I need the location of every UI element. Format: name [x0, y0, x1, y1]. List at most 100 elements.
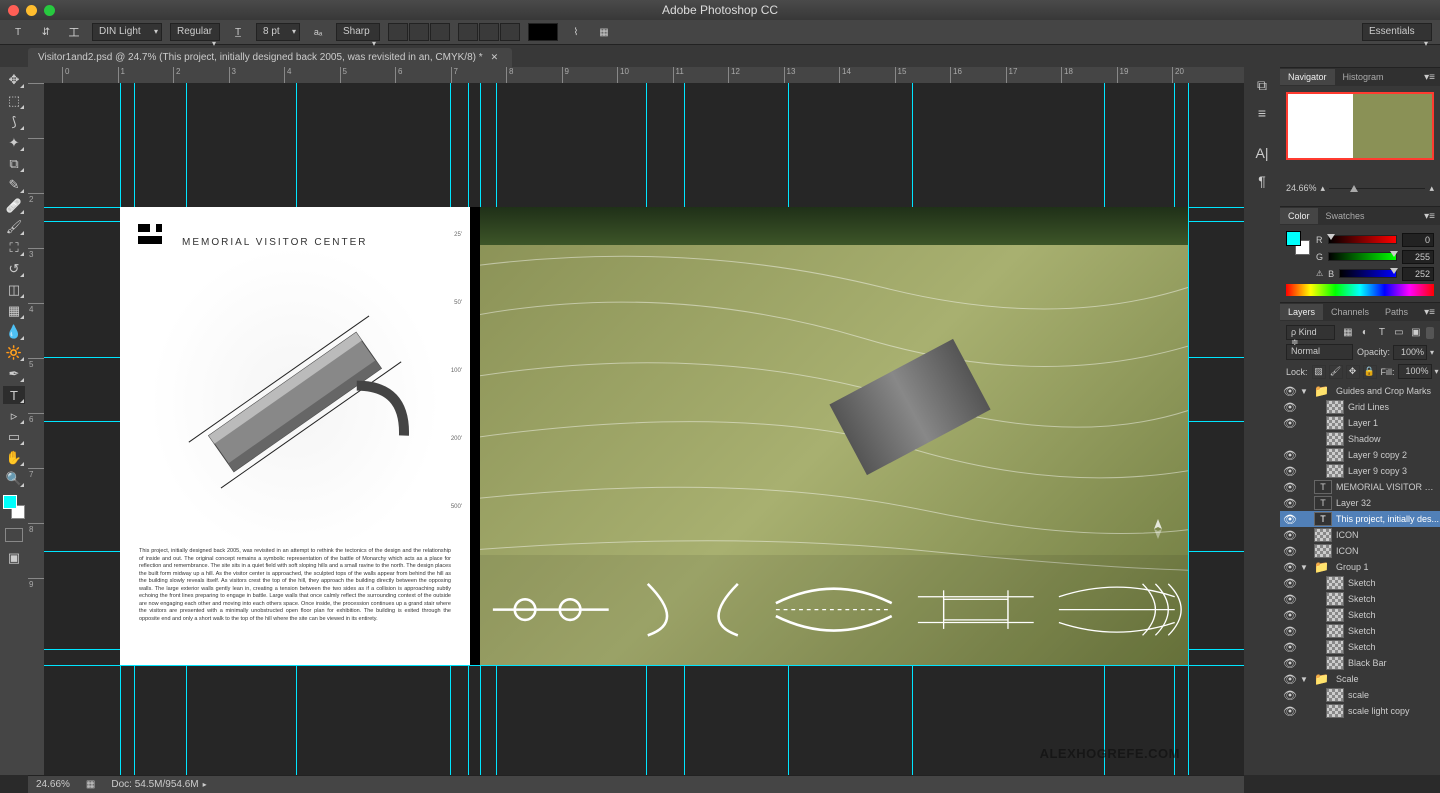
visibility-toggle[interactable]: 👁	[1280, 513, 1300, 526]
magic-wand-tool[interactable]: ✦	[3, 134, 25, 152]
text-orientation-horiz-icon[interactable]: 工	[64, 22, 84, 42]
foreground-color[interactable]	[3, 495, 17, 509]
swatches-tab[interactable]: Swatches	[1318, 208, 1373, 224]
layer-row[interactable]: 👁TMEMORIAL VISITOR CEN...	[1280, 479, 1440, 495]
filter-type-icon[interactable]: T	[1376, 327, 1388, 339]
history-panel-icon[interactable]: ⧉	[1248, 73, 1276, 97]
layer-row[interactable]: 👁TThis project, initially des...	[1280, 511, 1440, 527]
gamut-warning-icon[interactable]: ⚠	[1316, 269, 1323, 278]
canvas-viewport[interactable]: 01234567891011121314151617181920 2345678…	[28, 67, 1244, 775]
r-slider[interactable]	[1328, 235, 1398, 244]
visibility-toggle[interactable]: 👁	[1280, 689, 1300, 702]
layer-row[interactable]: 👁Black Bar	[1280, 655, 1440, 671]
filter-smart-icon[interactable]: ▣	[1410, 327, 1422, 339]
move-tool[interactable]: ✥	[3, 71, 25, 89]
visibility-toggle[interactable]: 👁	[1280, 545, 1300, 558]
align-right-button[interactable]	[430, 23, 450, 41]
shape-tool[interactable]: ▭	[3, 428, 25, 446]
panel-menu-icon[interactable]: ▾≡	[1419, 211, 1440, 222]
b-slider[interactable]	[1339, 269, 1397, 278]
brush-tool[interactable]: 🖌	[3, 218, 25, 236]
font-style-select[interactable]: Regular	[170, 23, 220, 41]
visibility-toggle[interactable]: 👁	[1280, 641, 1300, 654]
gradient-tool[interactable]: ▦	[3, 302, 25, 320]
workspace-select[interactable]: Essentials	[1362, 23, 1432, 41]
color-spectrum[interactable]	[1286, 284, 1434, 296]
visibility-toggle[interactable]: 👁	[1280, 385, 1300, 398]
quick-mask-button[interactable]	[5, 528, 23, 542]
layer-row[interactable]: 👁scale light copy	[1280, 703, 1440, 719]
text-orientation-icon[interactable]: ⇵	[36, 22, 56, 42]
visibility-toggle[interactable]: 👁	[1280, 529, 1300, 542]
lock-all-icon[interactable]: 🔒	[1363, 365, 1377, 379]
visibility-toggle[interactable]: 👁	[1280, 497, 1300, 510]
layer-row[interactable]: 👁ICON	[1280, 543, 1440, 559]
screen-mode-button[interactable]: ▣	[3, 549, 25, 567]
layer-row[interactable]: 👁Sketch	[1280, 623, 1440, 639]
visibility-toggle[interactable]: 👁	[1280, 465, 1300, 478]
layer-row[interactable]: 👁ICON	[1280, 527, 1440, 543]
panel-menu-icon[interactable]: ▾≡	[1419, 307, 1440, 318]
visibility-toggle[interactable]: 👁	[1280, 417, 1300, 430]
align-center-button[interactable]	[409, 23, 429, 41]
layer-row[interactable]: 👁Layer 9 copy 3	[1280, 463, 1440, 479]
healing-brush-tool[interactable]: 🩹	[3, 197, 25, 215]
navigator-tab[interactable]: Navigator	[1280, 69, 1335, 85]
close-tab-icon[interactable]: ✕	[491, 52, 499, 63]
guide-h[interactable]	[44, 665, 1244, 666]
paragraph-panel-icon[interactable]: ¶	[1248, 169, 1276, 193]
path-selection-tool[interactable]: ▹	[3, 407, 25, 425]
justify-center-button[interactable]	[479, 23, 499, 41]
opacity-input[interactable]: 100%	[1393, 345, 1427, 360]
ruler-origin[interactable]	[28, 67, 44, 83]
panels-icon[interactable]: ▦	[594, 22, 614, 42]
nav-zoom-slider[interactable]	[1329, 183, 1425, 193]
r-value[interactable]: 0	[1402, 233, 1434, 247]
g-value[interactable]: 255	[1402, 250, 1434, 264]
justify-left-button[interactable]	[458, 23, 478, 41]
filter-shape-icon[interactable]: ▭	[1393, 327, 1405, 339]
visibility-toggle[interactable]: 👁	[1280, 657, 1300, 670]
align-left-button[interactable]	[388, 23, 408, 41]
marquee-tool[interactable]: ⬚	[3, 92, 25, 110]
lock-pixels-icon[interactable]: 🖌	[1329, 365, 1343, 379]
warp-text-icon[interactable]: ⌇	[566, 22, 586, 42]
font-size-select[interactable]: 8 pt	[256, 23, 300, 41]
document-tab[interactable]: Visitor1and2.psd @ 24.7% (This project, …	[28, 48, 512, 67]
horizontal-ruler[interactable]: 01234567891011121314151617181920	[44, 67, 1244, 83]
visibility-toggle[interactable]: 👁	[1280, 449, 1300, 462]
blur-tool[interactable]: 💧	[3, 323, 25, 341]
paths-tab[interactable]: Paths	[1377, 304, 1416, 320]
g-slider[interactable]	[1328, 252, 1397, 261]
layer-row[interactable]: 👁scale	[1280, 687, 1440, 703]
zoom-out-icon[interactable]: ▴	[1321, 183, 1326, 194]
filter-toggle[interactable]	[1426, 327, 1434, 339]
lock-position-icon[interactable]: ✥	[1346, 365, 1360, 379]
visibility-toggle[interactable]: 👁	[1280, 401, 1300, 414]
text-color-swatch[interactable]	[528, 23, 558, 41]
canvas-area[interactable]: MEMORIAL VISITOR CENTER 25	[44, 83, 1244, 775]
dodge-tool[interactable]: 🔆	[3, 344, 25, 362]
zoom-in-icon[interactable]: ▴	[1429, 183, 1434, 194]
b-value[interactable]: 252	[1402, 267, 1434, 281]
font-family-select[interactable]: DIN Light	[92, 23, 162, 41]
layer-row[interactable]: 👁Layer 9 copy 2	[1280, 447, 1440, 463]
visibility-toggle[interactable]: 👁	[1280, 673, 1300, 686]
layer-row[interactable]: 👁▼📁Guides and Crop Marks	[1280, 383, 1440, 399]
minimize-window-button[interactable]	[26, 5, 37, 16]
visibility-toggle[interactable]: 👁	[1280, 705, 1300, 718]
zoom-tool[interactable]: 🔍	[3, 470, 25, 488]
navigator-thumbnail[interactable]	[1286, 92, 1434, 160]
character-panel-icon[interactable]: A|	[1248, 141, 1276, 165]
pen-tool[interactable]: ✒	[3, 365, 25, 383]
visibility-toggle[interactable]: 👁	[1280, 577, 1300, 590]
history-brush-tool[interactable]: ↺	[3, 260, 25, 278]
actions-panel-icon[interactable]: ≡	[1248, 101, 1276, 125]
layer-row[interactable]: 👁Sketch	[1280, 639, 1440, 655]
layer-row[interactable]: 👁Grid Lines	[1280, 399, 1440, 415]
opacity-scrubber-icon[interactable]: ▾	[1430, 348, 1434, 357]
layer-row[interactable]: 👁Layer 1	[1280, 415, 1440, 431]
channels-tab[interactable]: Channels	[1323, 304, 1377, 320]
guide-v[interactable]	[1188, 83, 1189, 775]
visibility-toggle[interactable]: 👁	[1280, 625, 1300, 638]
